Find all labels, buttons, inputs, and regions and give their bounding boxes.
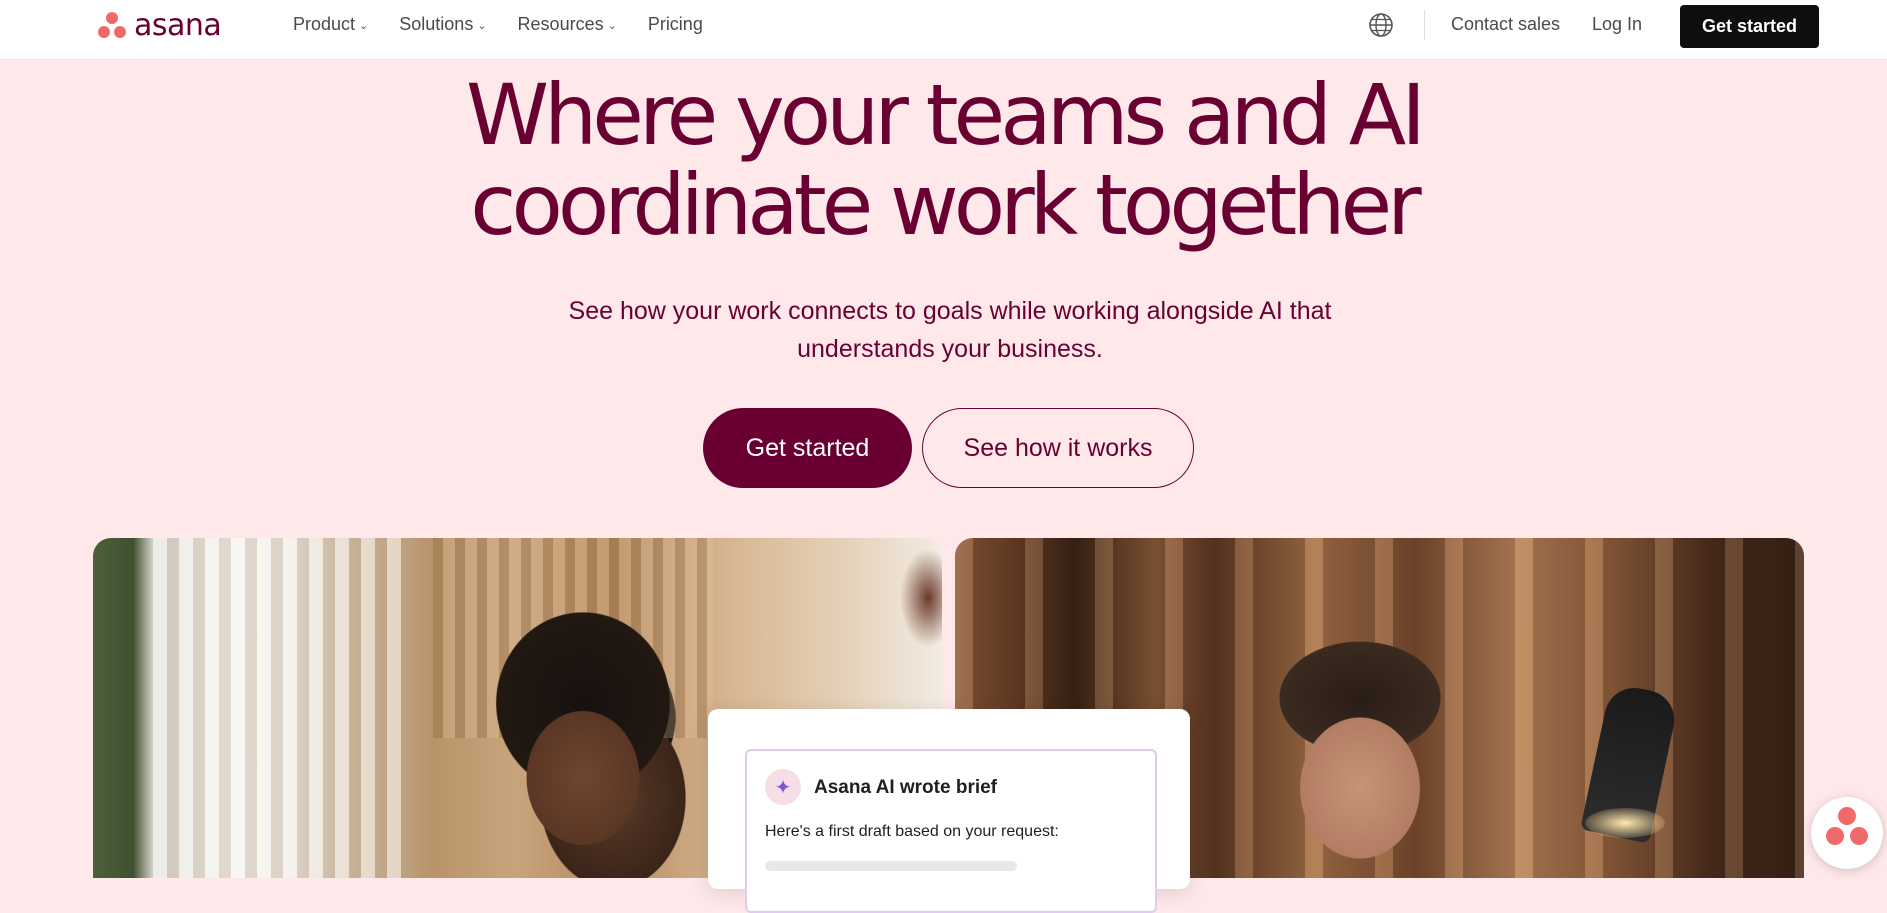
chevron-down-icon: ⌄ xyxy=(359,20,369,32)
nav-item-label: Product xyxy=(293,14,356,34)
nav-item-label: Pricing xyxy=(647,14,703,34)
nav-item-label: Resources xyxy=(517,14,604,34)
site-header: asana Product ⌄ Solutions ⌄ Resources ⌄ … xyxy=(0,0,1887,60)
asana-logo-icon xyxy=(96,10,128,40)
photo-person-man xyxy=(1245,628,1475,878)
chevron-down-icon: ⌄ xyxy=(477,20,487,32)
main-nav: Product ⌄ Solutions ⌄ Resources ⌄ Pricin… xyxy=(293,14,734,35)
hero-subtitle: See how your work connects to goals whil… xyxy=(540,292,1360,368)
contact-sales-link[interactable]: Contact sales xyxy=(1451,14,1560,35)
ai-brief-card-inner: ✦ Asana AI wrote brief Here's a first dr… xyxy=(745,749,1157,913)
globe-icon[interactable] xyxy=(1368,12,1394,38)
hero-subtitle-line-1: See how your work connects to goals whil… xyxy=(568,297,1332,325)
hero-title-line-1: Where your teams and AI xyxy=(466,66,1426,164)
asana-chat-icon[interactable] xyxy=(1811,797,1883,869)
nav-item-label: Solutions xyxy=(399,14,474,34)
hero-get-started-button[interactable]: Get started xyxy=(703,408,912,488)
hero-title: Where your teams and AI coordinate work … xyxy=(0,70,1887,250)
header-divider xyxy=(1424,10,1425,40)
see-how-it-works-button[interactable]: See how it works xyxy=(922,408,1194,488)
ai-brief-placeholder-bar xyxy=(765,861,1017,871)
header-get-started-button[interactable]: Get started xyxy=(1680,5,1819,48)
logo-wordmark: asana xyxy=(134,7,222,43)
ai-brief-text: Here's a first draft based on your reque… xyxy=(765,823,1059,840)
nav-item-pricing[interactable]: Pricing xyxy=(648,14,703,35)
sparkle-icon: ✦ xyxy=(765,769,801,805)
ai-brief-card: ✦ Asana AI wrote brief Here's a first dr… xyxy=(708,709,1190,913)
photo-person-woman xyxy=(473,608,693,878)
hero-title-line-2: coordinate work together xyxy=(470,156,1421,254)
photo-slats xyxy=(153,538,413,878)
nav-item-resources[interactable]: Resources ⌄ xyxy=(518,14,617,35)
log-in-link[interactable]: Log In xyxy=(1592,14,1642,35)
hero-subtitle-line-2: understands your business. xyxy=(797,335,1103,363)
photo-lamp-glow xyxy=(1585,808,1665,838)
chevron-down-icon: ⌄ xyxy=(607,20,617,32)
nav-item-solutions[interactable]: Solutions ⌄ xyxy=(399,14,486,35)
asana-logo[interactable]: asana xyxy=(96,7,222,43)
nav-item-product[interactable]: Product ⌄ xyxy=(293,14,368,35)
ai-brief-title: Asana AI wrote brief xyxy=(814,777,998,798)
